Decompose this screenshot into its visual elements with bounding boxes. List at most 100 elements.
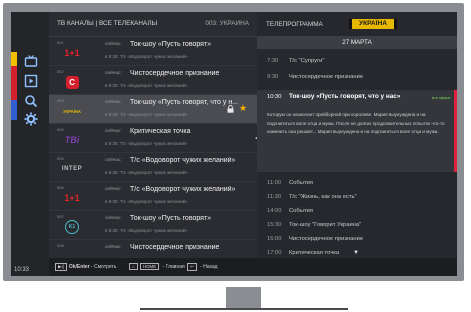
program-row[interactable]: 9:30 Чистосердечное признание xyxy=(257,70,457,84)
channel-list-panel: ТВ КАНАЛЫ | ВСЕ ТЕЛЕКАНАЛЫ 003: УКРАИНА … xyxy=(49,12,257,269)
program-name: Чистосердечное признание xyxy=(289,74,364,80)
hint-back: ↩ - Назад xyxy=(187,263,218,271)
hint-ok: ▶|| Ok/Enter - Смотреть xyxy=(55,263,116,271)
home-key-icon: ⌂ xyxy=(129,263,138,270)
channel-row[interactable]: 007 K1 сейчас: Ток-шоу «Пусть говорят» в… xyxy=(49,211,257,240)
now-title: Ток-шоу «Пусть говорят» xyxy=(130,41,212,48)
program-name: Ток-шоу «Пусть говорят, что у нас» xyxy=(289,93,401,100)
next-program: в 9:30: Т/с «Водоворот чужих желаний» xyxy=(105,141,188,146)
lock-icon[interactable] xyxy=(227,104,234,113)
now-label: сейчас: xyxy=(105,42,122,47)
now-title: Ток-шоу «Пусть говорят» xyxy=(130,215,212,222)
program-time: 10:30 xyxy=(267,94,282,100)
next-program: в 9:30: Т/с «Водоворот чужих желаний» xyxy=(105,199,188,204)
next-program: в 9:30: Т/с «Водоворот чужих желаний» xyxy=(105,228,188,233)
program-time: 15:30 xyxy=(267,222,282,228)
favorite-star-icon[interactable]: ★ xyxy=(239,103,247,114)
channel-row-selected[interactable]: 003 УКРАЇНА сейчас: Ток-шоу «Пусть говор… xyxy=(49,95,257,124)
channel-logo-text: K1 xyxy=(65,220,79,234)
now-title: Критическая точка xyxy=(130,128,191,135)
ok-key-icon: ▶|| xyxy=(55,263,67,271)
channel-logo: ТВі xyxy=(64,135,80,145)
channel-number: 005 xyxy=(57,156,64,161)
program-time: 7:30 xyxy=(267,58,279,64)
tv-screen: 10:33 ТВ КАНАЛЫ | ВСЕ ТЕЛЕКАНАЛЫ 003: УК… xyxy=(11,12,457,276)
channel-row[interactable]: 002 C сейчас: Чистосердечное признание в… xyxy=(49,66,257,95)
program-time: 11:00 xyxy=(267,180,282,186)
channel-row[interactable]: 001 1+1 сейчас: Ток-шоу «Пусть говорят» … xyxy=(49,37,257,66)
program-name: События xyxy=(289,208,313,214)
now-title: Т/с «Водоворот чужих желаний» xyxy=(130,157,236,164)
search-icon[interactable] xyxy=(24,94,38,108)
live-badge: ● в эфире xyxy=(432,95,451,100)
channel-number: 006 xyxy=(57,185,64,190)
current-channel-indicator: 003: УКРАИНА xyxy=(205,20,249,27)
hint-home-action: - Главная xyxy=(162,264,185,270)
channel-logo: УКРАЇНА xyxy=(63,108,81,114)
rail-stripe-yellow xyxy=(11,52,17,66)
program-name: Т/с "Жизнь, как она есть" xyxy=(289,194,357,200)
program-time: 11:30 xyxy=(267,194,282,200)
program-name: Чистосердечное признание xyxy=(289,236,364,242)
channel-logo: INTEP xyxy=(61,166,83,172)
channel-number: 002 xyxy=(57,69,64,74)
channel-logo-text: C xyxy=(65,75,79,89)
program-name: Критическая точка xyxy=(289,250,340,256)
rail-stripe-blue xyxy=(11,100,17,120)
home-key-label: HOME xyxy=(139,263,160,270)
now-label: сейчас: xyxy=(105,187,122,192)
now-title: Ток-шоу «Пусть говорят, что у н... xyxy=(130,99,239,106)
side-rail: 10:33 xyxy=(11,12,49,276)
channel-number: 008 xyxy=(57,243,64,248)
program-time: 9:30 xyxy=(267,74,279,80)
next-program: в 9:30: Т/с «Водоворот чужих желаний» xyxy=(105,112,188,117)
next-program: в 9:30: Т/с «Водоворот чужих желаний» xyxy=(105,170,188,175)
channel-list-title: ТВ КАНАЛЫ | ВСЕ ТЕЛЕКАНАЛЫ xyxy=(57,20,158,27)
program-name: Ток-шоу "Говорит Украина" xyxy=(289,222,362,228)
hint-bar: ▶|| Ok/Enter - Смотреть ⌂ HOME - Главная ↩… xyxy=(49,258,457,276)
channel-logo: 1+1 xyxy=(64,48,80,58)
program-row-selected[interactable]: 10:30 Ток-шоу «Пусть говорят, что у нас»… xyxy=(257,90,457,172)
tv-guide-title: ТЕЛЕПРОГРАММА xyxy=(266,21,323,28)
program-row[interactable]: 7:30 Т/с "Супруги" xyxy=(257,54,457,68)
back-key-icon: ↩ xyxy=(187,263,197,271)
program-row[interactable]: 11:30 Т/с "Жизнь, как она есть" xyxy=(257,190,457,204)
now-label: сейчас: xyxy=(105,158,122,163)
next-program: в 9:30: Т/с «Водоворот чужих желаний» xyxy=(105,83,188,88)
scroll-down-arrow-icon[interactable]: ▼ xyxy=(353,250,359,256)
program-time: 17:00 xyxy=(267,250,282,256)
channel-row[interactable]: 006 1+1 сейчас: Т/с «Водоворот чужих жел… xyxy=(49,182,257,211)
tv-guide-header: ТЕЛЕПРОГРАММА УКРАЇНА xyxy=(257,12,457,36)
now-label: сейчас: xyxy=(105,245,122,250)
program-name: Т/с "Супруги" xyxy=(289,58,325,64)
program-time: 14:00 xyxy=(267,208,282,214)
program-row[interactable]: 16:00 Чистосердечное признание xyxy=(257,232,457,246)
channel-logo: K1 xyxy=(57,220,87,234)
clock: 10:33 xyxy=(14,267,30,273)
channel-brand-logo: УКРАЇНА xyxy=(349,19,397,29)
gear-icon[interactable] xyxy=(24,112,38,126)
now-title: Чистосердечное признание xyxy=(130,244,220,251)
selection-accent-bar xyxy=(454,90,457,172)
program-row[interactable]: 14:00 События xyxy=(257,204,457,218)
now-title: Т/с «Водоворот чужих желаний» xyxy=(130,186,236,193)
channel-row[interactable]: 005 INTEP сейчас: Т/с «Водоворот чужих ж… xyxy=(49,153,257,182)
program-row[interactable]: 15:30 Ток-шоу "Говорит Украина" xyxy=(257,218,457,232)
now-label: сейчас: xyxy=(105,100,122,105)
program-row[interactable]: 11:00 События xyxy=(257,176,457,190)
channel-row[interactable]: 004 ТВі сейчас: Критическая точка в 9:30… xyxy=(49,124,257,153)
program-time: 16:00 xyxy=(267,236,282,242)
hint-ok-key: Ok/Enter xyxy=(68,264,90,270)
play-icon[interactable] xyxy=(24,74,38,88)
now-label: сейчас: xyxy=(105,216,122,221)
channel-logo: 1+1 xyxy=(64,193,80,203)
tv-icon[interactable] xyxy=(24,54,38,68)
program-description: Которую он назначает прейборной при коро… xyxy=(267,112,445,135)
now-title: Чистосердечное признание xyxy=(130,70,220,77)
tv-guide-panel: ТЕЛЕПРОГРАММА УКРАЇНА 27 МАРТА 7:30 Т/с … xyxy=(257,12,457,258)
channel-number: 004 xyxy=(57,127,64,132)
hint-home: ⌂ HOME - Главная xyxy=(129,263,185,270)
hint-ok-action: - Смотреть xyxy=(91,264,117,270)
tv-frame: 10:33 ТВ КАНАЛЫ | ВСЕ ТЕЛЕКАНАЛЫ 003: УК… xyxy=(3,3,464,281)
date-bar[interactable]: 27 МАРТА xyxy=(257,36,457,49)
